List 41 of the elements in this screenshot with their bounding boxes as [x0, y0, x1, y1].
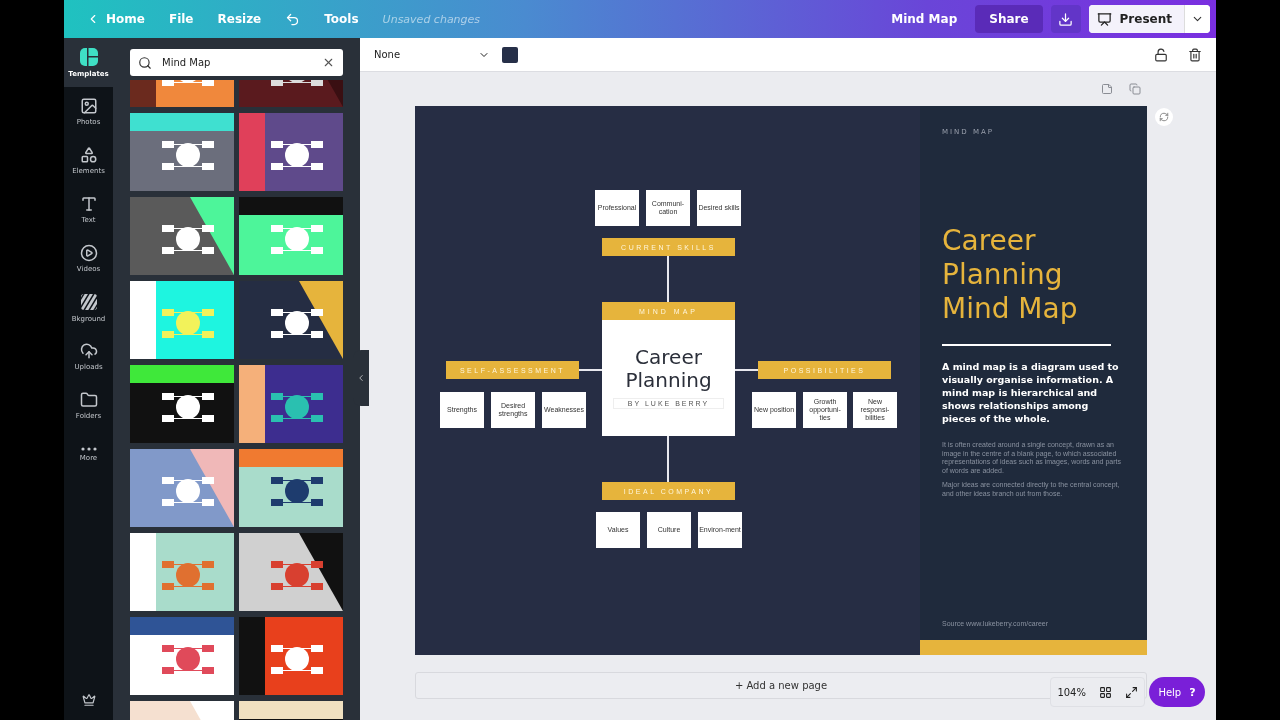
present-button[interactable]: Present — [1088, 5, 1184, 33]
color-swatch[interactable] — [502, 46, 518, 63]
download-icon — [1058, 11, 1074, 27]
refresh-button[interactable] — [1155, 108, 1173, 126]
fullscreen-icon[interactable] — [1124, 685, 1138, 699]
trash-icon — [1188, 47, 1202, 62]
cloud-upload-icon — [79, 342, 98, 360]
presentation-icon — [1096, 11, 1112, 27]
search-field[interactable]: Mind Map — [130, 49, 343, 76]
refresh-icon — [1159, 112, 1169, 122]
chevron-icon — [356, 373, 366, 383]
panel-lead: A mind map is a diagram used to visually organise information. A mind map is hierarchical and shows relationships among pieces of the whole. — [942, 360, 1120, 425]
download-button[interactable] — [1050, 5, 1081, 33]
zoom-level[interactable]: 104% — [1057, 686, 1086, 698]
clear-icon[interactable] — [322, 56, 335, 69]
center-title: Career Planning — [624, 346, 713, 392]
hatched-square-icon — [78, 292, 99, 312]
text-icon — [79, 195, 98, 213]
connector-line — [735, 369, 758, 371]
play-icon — [79, 244, 98, 262]
document-title[interactable]: Mind Map — [881, 6, 968, 32]
help-button[interactable]: Help ? — [1149, 677, 1205, 707]
save-status: Unsaved changes — [382, 12, 481, 26]
layout-icon — [78, 47, 99, 67]
grid-view-icon[interactable] — [1098, 685, 1112, 699]
shapes-icon — [79, 146, 98, 164]
undo-icon — [285, 11, 301, 27]
crown-icon[interactable] — [81, 693, 96, 707]
search-icon — [138, 55, 152, 70]
connector-line — [667, 436, 669, 482]
panel-title: Career Planning Mind Map — [942, 224, 1079, 326]
connector-line — [579, 369, 602, 371]
copy-icon — [1129, 83, 1141, 95]
unlock-icon — [1154, 47, 1168, 62]
connector-line — [667, 256, 669, 302]
more-icon — [80, 447, 97, 451]
share-button[interactable]: Share — [975, 5, 1043, 33]
note-icon — [1101, 83, 1113, 95]
search-input[interactable]: Mind Map — [160, 56, 314, 69]
folder-icon — [79, 391, 98, 409]
image-icon — [79, 97, 98, 115]
